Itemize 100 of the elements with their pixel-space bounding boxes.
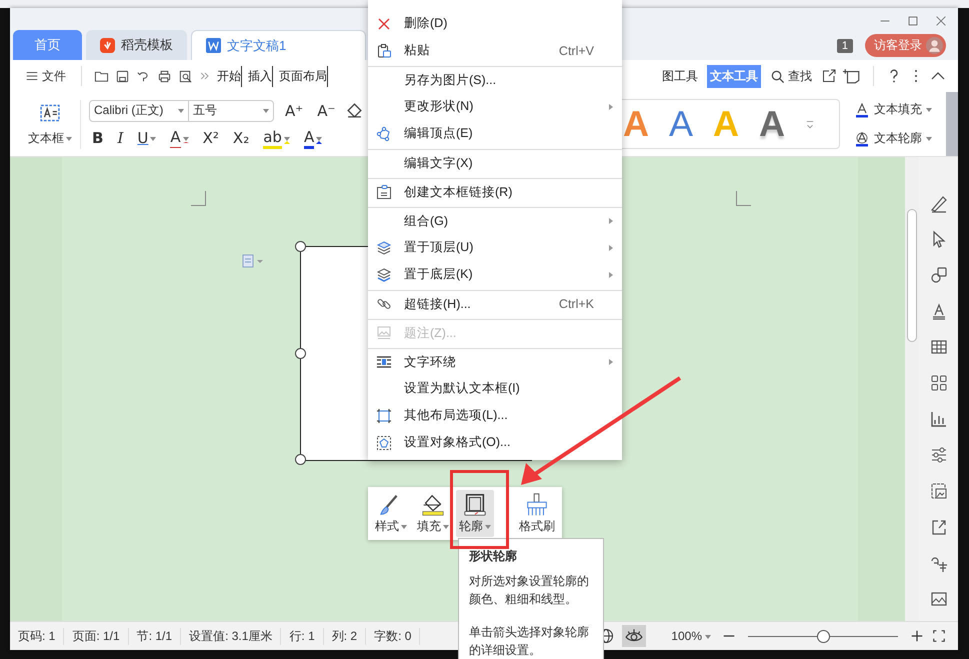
document-tab[interactable]: 稻壳模板 xyxy=(86,30,187,60)
toolbar-button[interactable]: 填充 xyxy=(414,490,452,537)
shrink-font-button[interactable]: A⁻ xyxy=(314,102,338,120)
note-icon[interactable] xyxy=(843,67,861,85)
zoom-in-icon[interactable] xyxy=(910,629,924,643)
format-button[interactable]: ab xyxy=(260,128,293,148)
format-button[interactable]: X₂ xyxy=(230,129,252,147)
linked-textbox-icon xyxy=(376,184,392,200)
text-outline-button[interactable]: 文本轮廓 xyxy=(848,129,938,148)
ribbon-tab[interactable]: 图工具 xyxy=(659,64,701,88)
menu-item[interactable]: 更改形状(N) xyxy=(368,93,622,120)
avatar-icon xyxy=(926,37,943,54)
format-button[interactable]: A xyxy=(300,128,326,148)
resize-handle[interactable] xyxy=(295,454,306,465)
zoom-select[interactable]: 100% xyxy=(668,627,714,645)
tooltip-title: 形状轮廓 xyxy=(469,548,518,565)
text-fill-icon xyxy=(854,102,870,118)
layers-icon xyxy=(376,266,392,282)
menu-item[interactable]: 另存为图片(S)... xyxy=(368,66,622,93)
menu-item[interactable]: 创建文本框链接(R) xyxy=(368,178,622,205)
clipboard-icon xyxy=(376,42,392,58)
grid-icon[interactable] xyxy=(928,373,948,393)
menu-icon xyxy=(25,69,39,83)
menu-item[interactable]: 组合(G) xyxy=(368,207,622,234)
bar-chart-icon[interactable] xyxy=(928,409,948,429)
zoom-slider-thumb[interactable] xyxy=(817,630,830,642)
picture-icon[interactable] xyxy=(928,481,948,501)
menu-item[interactable]: 置于顶层(U) xyxy=(368,234,622,261)
flame-logo-icon xyxy=(100,38,115,52)
text-outline-icon xyxy=(854,130,870,146)
format-button[interactable]: B xyxy=(89,129,106,147)
vertical-scrollbar[interactable] xyxy=(905,157,919,621)
format-button[interactable]: I xyxy=(114,129,126,147)
menu-item[interactable]: 编辑文字(X) xyxy=(368,149,622,176)
fullscreen-icon[interactable] xyxy=(932,629,946,643)
ribbon-tab[interactable]: 插入 xyxy=(248,66,273,86)
status-item: 设置值: 3.1厘米 xyxy=(181,628,282,644)
gallery-more-icon[interactable] xyxy=(804,119,815,129)
menu-item[interactable]: 编辑顶点(E) xyxy=(368,120,622,147)
format-button[interactable]: X² xyxy=(200,129,222,147)
paragraph-marker-icon xyxy=(242,254,264,268)
status-item: 字数: 0 xyxy=(366,628,420,644)
find-button[interactable]: 查找 xyxy=(767,66,815,86)
resize-handle[interactable] xyxy=(295,348,306,359)
status-item: 页面: 1/1 xyxy=(64,628,129,644)
document-logo-icon xyxy=(206,38,221,53)
font-select[interactable]: Calibri (正文) xyxy=(90,100,189,120)
file-menu[interactable]: 文件 xyxy=(22,66,69,86)
text-style-swatch[interactable]: A xyxy=(668,103,693,145)
share-icon[interactable] xyxy=(821,68,837,84)
font-size-select[interactable]: 五号 xyxy=(189,102,273,119)
eye-protection-toggle[interactable] xyxy=(622,625,646,647)
textbox-button[interactable]: 文本框 xyxy=(20,100,80,148)
picture-icon xyxy=(376,325,392,341)
outline-square-icon xyxy=(462,492,488,518)
tooltip-text: 单击箭头选择对象轮廓的详细设置。 xyxy=(469,624,590,659)
paint-bucket-icon xyxy=(420,492,446,518)
resize-handle[interactable] xyxy=(295,241,306,252)
status-item: 节: 1/1 xyxy=(128,628,182,644)
dashed-shape-icon xyxy=(376,434,392,450)
menu-item[interactable]: 删除(D) xyxy=(368,10,622,37)
print-preview-icon[interactable] xyxy=(178,68,193,84)
notification-count[interactable]: 1 xyxy=(836,38,853,52)
text-fill-button[interactable]: 文本填充 xyxy=(848,100,938,119)
menu-item[interactable]: 其他布局选项(L)... xyxy=(368,402,622,429)
chain-link-icon xyxy=(376,296,392,312)
double-chevron-icon[interactable] xyxy=(199,70,211,82)
toolbar-button[interactable]: 格式刷 xyxy=(516,490,558,537)
corner-mark xyxy=(736,191,751,206)
status-item: 页码: 1 xyxy=(10,628,64,644)
scroll-thumb[interactable] xyxy=(907,209,917,342)
maximize-icon[interactable] xyxy=(906,14,920,28)
status-item: 行: 1 xyxy=(281,628,324,644)
layers-icon xyxy=(376,240,392,256)
tooltip-text: 对所选对象设置轮廓的颜色、粗细和线型。 xyxy=(469,572,590,608)
ribbon-tab[interactable]: 开始 xyxy=(217,66,242,86)
ribbon-tab[interactable]: 页面布局 xyxy=(279,66,328,86)
printer-icon[interactable] xyxy=(157,68,172,84)
menu-item[interactable]: 设置对象格式(O)... xyxy=(368,429,622,456)
corner-mark xyxy=(191,191,206,206)
grow-font-button[interactable]: A⁺ xyxy=(282,102,306,120)
menu-item[interactable]: 粘贴 Ctrl+V xyxy=(368,37,622,64)
format-button[interactable]: U xyxy=(134,129,160,147)
shapes-icon[interactable] xyxy=(928,265,948,285)
toolbar-button[interactable]: 样式 xyxy=(372,490,410,537)
status-item: 列: 2 xyxy=(324,628,366,644)
toolbar-button[interactable]: 轮廓 xyxy=(456,490,494,537)
save-icon[interactable] xyxy=(115,68,130,84)
menu-item[interactable]: 超链接(H)... Ctrl+K xyxy=(368,290,622,317)
cross-icon xyxy=(376,16,392,32)
menu-item[interactable]: 置于底层(K) xyxy=(368,261,622,288)
menu-item[interactable]: 文字环绕 xyxy=(368,348,622,375)
search-icon xyxy=(770,68,785,84)
format-button[interactable]: A xyxy=(167,128,192,148)
frame-icon xyxy=(376,408,392,424)
document-tab[interactable]: 文字文稿1 xyxy=(191,30,366,60)
close-icon[interactable] xyxy=(934,14,948,28)
text-style-swatch[interactable]: A xyxy=(758,103,785,145)
menu-item[interactable]: 设置为默认文本框(I) xyxy=(368,375,622,402)
eraser-icon[interactable] xyxy=(346,102,364,119)
